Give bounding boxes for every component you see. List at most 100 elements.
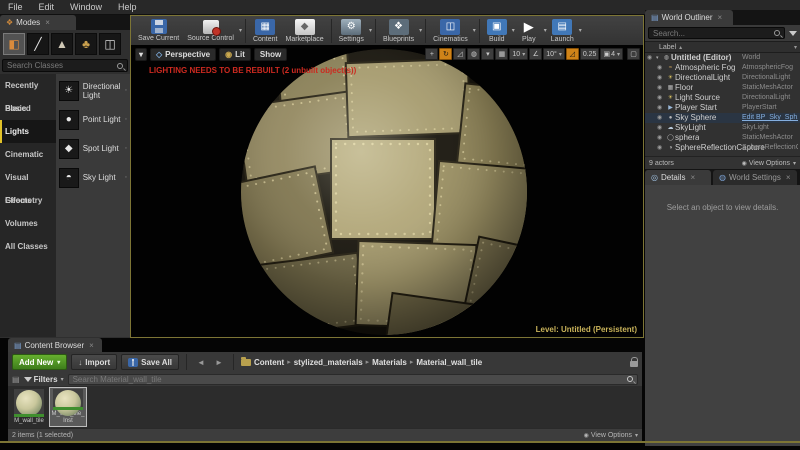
launch-button[interactable]: ▤ Launch ▾: [547, 16, 582, 45]
edit-blueprint-link[interactable]: Edit BP_Sky_Sph...: [742, 113, 798, 123]
cb-view-options-button[interactable]: ◉ View Options ▾: [584, 432, 638, 439]
visibility-eye-icon[interactable]: ◉: [647, 53, 656, 63]
breadcrumb-materials[interactable]: Materials: [372, 358, 407, 367]
back-button[interactable]: ◄: [194, 355, 208, 369]
scale-tool-button[interactable]: ◿: [453, 48, 467, 60]
outliner-row-light-source[interactable]: ◉ ☀ Light Source DirectionalLight: [645, 93, 800, 103]
chevron-down-icon[interactable]: ▾: [239, 27, 242, 34]
outliner-view-options-button[interactable]: ◉ View Options ▾: [742, 160, 796, 167]
rotate-tool-button[interactable]: ↻: [439, 48, 453, 60]
build-button[interactable]: ▣ Build ▾: [483, 16, 515, 45]
asset-m-wall-tile[interactable]: M_wall_tile: [11, 388, 47, 426]
import-button[interactable]: ↓ Import: [71, 354, 118, 370]
scale-snap-button[interactable]: ◿: [565, 48, 579, 60]
chevron-down-icon[interactable]: ▾: [579, 27, 582, 34]
outliner-row-atmospheric-fog[interactable]: ◉ ≈ Atmospheric Fog AtmosphericFog: [645, 63, 800, 73]
forward-button[interactable]: ►: [212, 355, 226, 369]
tab-content-browser[interactable]: ▤ Content Browser ×: [8, 338, 102, 352]
filters-button[interactable]: Filters ▾: [23, 375, 64, 384]
search-classes-input[interactable]: [2, 59, 128, 72]
viewport-perspective-button[interactable]: ◇ Perspective: [150, 48, 217, 61]
place-sky-light[interactable]: ◓ Sky Light ◦: [56, 163, 130, 192]
category-geometry[interactable]: Geometry: [0, 189, 56, 212]
asset-m-wall-tile-inst[interactable]: M_wall_tile_Inst: [49, 387, 87, 427]
foliage-mode-button[interactable]: ♣: [75, 33, 97, 55]
drag-handle-icon[interactable]: ◦: [125, 145, 127, 152]
source-control-button[interactable]: Source Control ▾: [183, 16, 242, 45]
angle-snap-value[interactable]: 10° ▾: [543, 48, 565, 60]
outliner-filter-icon[interactable]: [789, 30, 797, 36]
place-point-light[interactable]: ● Point Light ◦: [56, 105, 130, 134]
chevron-down-icon[interactable]: ▾: [419, 27, 422, 34]
category-cinematic[interactable]: Cinematic: [0, 143, 56, 166]
category-basic[interactable]: Basic: [0, 97, 56, 120]
tab-details[interactable]: ◎ Details ×: [645, 170, 711, 185]
visibility-eye-icon[interactable]: ◉: [657, 113, 666, 123]
tab-world-settings[interactable]: ◍ World Settings ×: [713, 170, 797, 185]
close-icon[interactable]: ×: [89, 341, 94, 350]
grid-snap-button[interactable]: ▦: [495, 48, 509, 60]
surface-snap-button[interactable]: ▾: [481, 48, 495, 60]
close-icon[interactable]: ×: [718, 13, 723, 22]
world-local-toggle[interactable]: ◍: [467, 48, 481, 60]
place-directional-light[interactable]: ☀ Directional Light ◦: [56, 76, 130, 105]
category-visual-effects[interactable]: Visual Effects: [0, 166, 56, 205]
outliner-row-sphera[interactable]: ◉ ◯ sphera StaticMeshActor: [645, 133, 800, 143]
maximize-viewport-button[interactable]: ▢: [627, 48, 640, 60]
close-icon[interactable]: ×: [786, 173, 791, 182]
blueprints-button[interactable]: ❖ Blueprints ▾: [379, 16, 422, 45]
visibility-eye-icon[interactable]: ◉: [657, 123, 666, 133]
visibility-eye-icon[interactable]: ◉: [657, 63, 666, 73]
visibility-eye-icon[interactable]: ◉: [657, 133, 666, 143]
close-icon[interactable]: ×: [690, 173, 695, 182]
place-mode-button[interactable]: ◧: [3, 33, 25, 55]
category-all-classes[interactable]: All Classes: [0, 235, 56, 258]
sources-panel-toggle-icon[interactable]: ▤: [12, 375, 20, 384]
menu-file[interactable]: File: [0, 2, 31, 12]
content-button[interactable]: ▦ Content: [249, 16, 282, 45]
translate-tool-button[interactable]: +: [425, 48, 439, 60]
category-recently-placed[interactable]: Recently Placed: [0, 74, 56, 113]
landscape-mode-button[interactable]: ▲: [51, 33, 73, 55]
visibility-eye-icon[interactable]: ◉: [657, 73, 666, 83]
lock-icon[interactable]: [630, 357, 638, 367]
save-current-button[interactable]: Save Current: [134, 16, 183, 45]
menu-help[interactable]: Help: [110, 2, 145, 12]
settings-button[interactable]: ⚙ Settings ▾: [335, 16, 372, 45]
camera-speed-button[interactable]: ▣ 4 ▾: [600, 48, 623, 60]
cinematics-button[interactable]: ◫ Cinematics ▾: [429, 16, 476, 45]
outliner-row-floor[interactable]: ◉ ▦ Floor StaticMeshActor: [645, 83, 800, 93]
viewport-show-button[interactable]: Show: [253, 48, 288, 61]
outliner-row-player-start[interactable]: ◉ ▶ Player Start PlayerStart: [645, 103, 800, 113]
drag-handle-icon[interactable]: ◦: [125, 174, 127, 181]
geometry-mode-button[interactable]: ◫: [99, 33, 121, 55]
place-spot-light[interactable]: ◆ Spot Light ◦: [56, 134, 130, 163]
menu-window[interactable]: Window: [62, 2, 110, 12]
outliner-search-input[interactable]: [648, 27, 785, 39]
viewport-options-button[interactable]: ▾: [135, 48, 148, 61]
chevron-down-icon[interactable]: ▾: [369, 27, 372, 34]
drag-handle-icon[interactable]: ◦: [125, 116, 127, 123]
marketplace-button[interactable]: ◆ Marketplace: [282, 16, 328, 45]
save-all-button[interactable]: Save All: [121, 354, 179, 370]
category-volumes[interactable]: Volumes: [0, 212, 56, 235]
breadcrumb-material-wall-tile[interactable]: Material_wall_tile: [416, 358, 482, 367]
grid-snap-value[interactable]: 10 ▾: [509, 48, 529, 60]
add-new-button[interactable]: Add New ▾: [12, 354, 68, 370]
outliner-row-skylight[interactable]: ◉ ☁ SkyLight SkyLight: [645, 123, 800, 133]
angle-snap-button[interactable]: ∠: [529, 48, 543, 60]
drag-handle-icon[interactable]: ◦: [125, 87, 127, 94]
visibility-eye-icon[interactable]: ◉: [657, 83, 666, 93]
visibility-eye-icon[interactable]: ◉: [657, 103, 666, 113]
tab-modes[interactable]: ❖ Modes ×: [0, 15, 76, 30]
breadcrumb-stylized-materials[interactable]: stylized_materials: [294, 358, 363, 367]
visibility-eye-icon[interactable]: ◉: [657, 143, 666, 153]
close-icon[interactable]: ×: [45, 18, 50, 27]
visibility-eye-icon[interactable]: ◉: [657, 93, 666, 103]
outliner-row-directionallight[interactable]: ◉ ☀ DirectionalLight DirectionalLight: [645, 73, 800, 83]
tab-world-outliner[interactable]: ▤ World Outliner ×: [645, 10, 733, 25]
paint-mode-button[interactable]: ╱: [27, 33, 49, 55]
breadcrumb-content[interactable]: Content: [254, 358, 284, 367]
scale-snap-value[interactable]: 0.25: [579, 48, 600, 60]
viewport[interactable]: ▾ ◇ Perspective ◉ Lit Show + ↻ ◿ ◍ ▾ ▦ 1…: [131, 45, 643, 337]
